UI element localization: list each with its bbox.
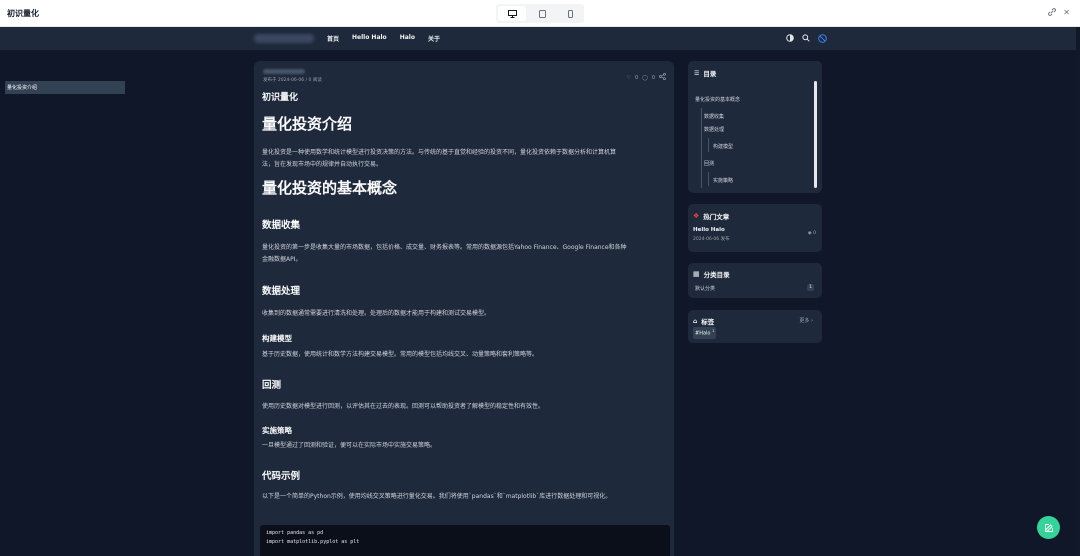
hot-posts-card: ❖ 热门文章 Hello Halo 2024-06-06 发布 ◉ 0 [688, 204, 822, 252]
article-card: 发布于 2024-06-06 / 0 阅读 ♡ 0 ◯ 0 初识量化 量化投资介… [254, 61, 674, 556]
paragraph-backtest: 使用历史数据对模型进行回测，以评估其在过去的表现。回测可以帮助投资者了解模型的稳… [262, 403, 545, 410]
toc-item-backtest[interactable]: 回测 [704, 160, 714, 167]
heading-code-example: 代码示例 [262, 471, 301, 482]
heading-data-processing: 数据处理 [262, 286, 301, 297]
toc-header: ☰ 目录 [694, 68, 717, 79]
heading-intro: 量化投资介绍 [262, 115, 353, 133]
toc-item-build-model[interactable]: 构建模型 [713, 143, 733, 150]
theme-toggle-icon[interactable] [785, 33, 795, 43]
article-meta: 发布于 2024-06-06 / 0 阅读 [263, 69, 322, 83]
search-icon[interactable] [801, 33, 811, 43]
nav-link-about[interactable]: 关于 [428, 34, 440, 43]
toc-item-concepts[interactable]: 量化投资的基本概念 [695, 96, 740, 103]
paragraph-model: 基于历史数据，使用统计和数学方法构建交易模型。常用的模型包括均线交叉、动量策略和… [262, 351, 539, 358]
language-icon[interactable] [817, 33, 827, 43]
tags-more-link[interactable]: 更多 › [799, 317, 813, 324]
paragraph-intro-1: 量化投资是一种使用数学和统计模型进行投资决策的方法。与传统的基于直觉和经验的投资… [262, 149, 617, 156]
toc-level-line [708, 172, 709, 186]
mobile-icon [567, 9, 573, 18]
tablet-view-button[interactable] [528, 4, 556, 23]
like-count: 0 [635, 74, 639, 81]
comment-icon[interactable]: ◯ [642, 75, 648, 81]
share-icon[interactable] [658, 72, 666, 82]
code-line: import pandas as pd [266, 530, 324, 536]
code-line: import matplotlib.pyplot as plt [266, 539, 360, 545]
category-default[interactable]: 默认分类 [695, 285, 715, 292]
hot-posts-header: ❖ 热门文章 [693, 211, 729, 221]
paragraph-intro-2: 法，旨在发现市场中的规律并自动执行交易。 [262, 161, 383, 168]
categories-header: ▦ 分类目录 [693, 269, 730, 279]
close-icon[interactable]: ✕ [1063, 8, 1070, 18]
toc-scrollbar[interactable] [814, 81, 817, 188]
toc-item-data-processing[interactable]: 数据处理 [704, 126, 724, 133]
toc-item-data-collection[interactable]: 数据收集 [704, 113, 724, 120]
code-block: import pandas as pd import matplotlib.py… [260, 525, 670, 556]
author-name [263, 69, 305, 74]
site-logo[interactable] [254, 34, 314, 43]
window-title: 初识量化 [7, 9, 39, 18]
nav-link-home[interactable]: 首页 [327, 34, 339, 43]
heading-backtest: 回测 [262, 380, 282, 391]
toc-level-line [701, 108, 702, 188]
tags-header: ⌂ 标签 [693, 316, 715, 327]
header-actions [785, 33, 827, 43]
tag-label: #Halo [695, 330, 711, 337]
window-actions: ✕ [1048, 8, 1070, 18]
toc-item-strategy[interactable]: 实施策略 [713, 177, 733, 184]
device-switcher [496, 4, 584, 23]
desktop-view-button[interactable] [498, 6, 526, 21]
site-header: 首页 Hello Halo Halo 关于 [0, 27, 1080, 51]
desktop-icon [507, 9, 517, 18]
tags-title: 标签 [701, 318, 715, 326]
mobile-view-button[interactable] [556, 4, 584, 23]
nav-link-halo[interactable]: Halo [400, 34, 415, 43]
paragraph-code: 以下是一个简单的Python示例，使用均线交叉策略进行量化交易。我们将使用`pa… [262, 493, 612, 500]
link-icon[interactable] [1048, 8, 1057, 18]
edit-button[interactable] [1037, 516, 1060, 539]
main-nav: 首页 Hello Halo Halo 关于 [327, 34, 440, 43]
paragraph-collect-2: 金融数据API。 [262, 256, 302, 263]
tag-count: 1 [712, 329, 715, 333]
hot-post-views: ◉ 0 [808, 231, 816, 236]
tag-chip-halo[interactable]: #Halo 1 [693, 327, 717, 339]
article-content: 量化投资介绍 量化投资是一种使用数学和统计模型进行投资决策的方法。与传统的基于直… [262, 113, 666, 503]
paragraph-process: 收集到的数据通常需要进行清洗和处理。处理后的数据才能用于构建和测试交易模型。 [262, 310, 491, 317]
page-scrollbar[interactable] [1076, 27, 1080, 556]
article-title: 初识量化 [262, 93, 299, 103]
tablet-icon [538, 9, 546, 18]
comment-count: 0 [651, 74, 655, 81]
preview-toolbar: 初识量化 ✕ [0, 0, 1080, 27]
view-count: 0 [813, 231, 816, 236]
toc-title: 目录 [703, 70, 717, 78]
paragraph-collect-1: 量化投资的第一步是收集大量的市场数据，包括价格、成交量、财务报表等。常用的数据源… [262, 244, 627, 251]
categories-title: 分类目录 [703, 271, 730, 279]
toc-level-line [708, 138, 709, 152]
edit-icon [1044, 523, 1053, 532]
heading-data-collection: 数据收集 [262, 220, 301, 231]
hot-post-date: 2024-06-06 发布 [693, 237, 730, 242]
eye-icon: ◉ [807, 231, 812, 236]
list-icon: ☰ [694, 69, 700, 77]
hot-post-link[interactable]: Hello Halo [693, 227, 725, 233]
like-icon[interactable]: ♡ [627, 75, 631, 81]
fire-icon: ❖ [693, 212, 700, 220]
paragraph-strategy: 一旦模型通过了回测和验证，便可以在实际市场中实施交易策略。 [262, 442, 437, 449]
tags-more-label: 更多 [799, 318, 810, 324]
grid-icon: ▦ [693, 270, 700, 278]
publish-info: 发布于 2024-06-06 / 0 阅读 [263, 78, 322, 83]
tag-icon: ⌂ [693, 317, 698, 325]
nav-link-hello-halo[interactable]: Hello Halo [352, 34, 387, 43]
tags-card: ⌂ 标签 更多 › #Halo 1 [688, 310, 822, 343]
heading-concepts: 量化投资的基本概念 [262, 179, 398, 197]
hot-posts-title: 热门文章 [703, 213, 730, 221]
categories-card: ▦ 分类目录 默认分类 1 [688, 263, 822, 298]
article-stats: ♡ 0 ◯ 0 [627, 72, 666, 82]
heading-strategy: 实施策略 [262, 426, 292, 435]
chevron-right-icon: › [811, 318, 813, 324]
category-count: 1 [807, 284, 814, 291]
heading-build-model: 构建模型 [262, 334, 292, 343]
toc-item-intro[interactable]: 量化投资介绍 [5, 81, 125, 94]
